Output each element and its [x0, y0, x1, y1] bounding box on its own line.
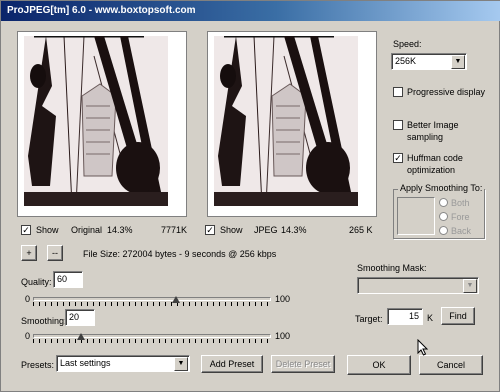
add-preset-button[interactable]: Add Preset	[201, 355, 263, 373]
original-image-frame[interactable]	[17, 31, 187, 217]
speed-value: 256K	[395, 56, 417, 66]
presets-label: Presets:	[21, 360, 55, 370]
both-label: Both	[451, 198, 470, 208]
projpeg-window: ProJPEG[tm] 6.0 - www.boxtopsoft.com ✓ S…	[0, 0, 500, 392]
jpeg-show-label: Show	[220, 225, 243, 235]
huffman-checkbox[interactable]: ✓	[393, 153, 403, 163]
quality-slider-track[interactable]	[33, 297, 271, 301]
smoothing-max: 100	[275, 331, 291, 341]
original-percent: 14.3%	[107, 225, 133, 235]
original-show-label: Show	[36, 225, 59, 235]
better-sampling-checkbox[interactable]	[393, 120, 403, 130]
huffman-label: Huffman code optimization	[407, 153, 463, 175]
jpeg-size: 265 K	[349, 225, 373, 235]
window-title: ProJPEG[tm] 6.0 - www.boxtopsoft.com	[1, 1, 500, 21]
quality-slider-thumb[interactable]	[171, 296, 180, 303]
presets-select[interactable]: Last settings ▼	[56, 355, 190, 372]
jpeg-label: JPEG	[254, 225, 278, 235]
presets-value: Last settings	[60, 358, 111, 368]
better-sampling-label: Better Image sampling	[407, 120, 459, 142]
target-unit: K	[427, 313, 434, 323]
smoothing-mask-select[interactable]: ▼	[357, 277, 479, 294]
fore-label: Fore	[451, 212, 470, 222]
jpeg-percent: 14.3%	[281, 225, 307, 235]
back-radio[interactable]	[439, 226, 448, 235]
back-label: Back	[451, 226, 472, 236]
mouse-cursor-icon	[417, 339, 429, 356]
original-label: Original	[71, 225, 103, 235]
target-label: Target:	[355, 314, 383, 324]
find-button[interactable]: Find	[441, 307, 475, 325]
smoothing-slider-thumb[interactable]	[76, 333, 85, 340]
chevron-down-icon[interactable]: ▼	[174, 357, 188, 371]
smoothing-label: Smoothing:	[21, 316, 67, 326]
original-show-checkbox[interactable]: ✓	[21, 225, 31, 235]
quality-min: 0	[25, 294, 31, 304]
speed-label: Speed:	[393, 39, 422, 49]
target-input[interactable]: 15	[387, 308, 423, 325]
ok-button[interactable]: OK	[347, 355, 411, 375]
smoothing-input[interactable]: 20	[65, 309, 95, 326]
smoothing-slider-ticks	[33, 339, 271, 343]
jpeg-image-frame[interactable]	[207, 31, 377, 217]
smoothing-mask-label: Smoothing Mask:	[357, 263, 427, 273]
smoothing-group-title: Apply Smoothing To:	[398, 183, 485, 193]
delete-preset-button[interactable]: Delete Preset	[271, 355, 335, 373]
quality-label: Quality:	[21, 277, 52, 287]
quality-slider-ticks	[33, 302, 271, 306]
fore-radio[interactable]	[439, 212, 448, 221]
original-image	[24, 36, 168, 206]
cancel-button[interactable]: Cancel	[419, 355, 483, 375]
progressive-label: Progressive display	[407, 87, 486, 97]
speed-select[interactable]: 256K ▼	[391, 53, 467, 70]
file-size-text: File Size: 272004 bytes - 9 seconds @ 25…	[83, 249, 277, 259]
original-size: 7771K	[161, 225, 188, 235]
progressive-checkbox[interactable]	[393, 87, 403, 97]
jpeg-show-checkbox[interactable]: ✓	[205, 225, 215, 235]
both-radio[interactable]	[439, 198, 448, 207]
quality-max: 100	[275, 294, 291, 304]
smoothing-preview	[397, 197, 435, 235]
zoom-out-button[interactable]: --	[47, 245, 63, 261]
chevron-down-icon[interactable]: ▼	[451, 55, 465, 69]
jpeg-image	[214, 36, 358, 206]
quality-input[interactable]: 60	[53, 271, 83, 288]
smoothing-slider-track[interactable]	[33, 334, 271, 338]
smoothing-min: 0	[25, 331, 31, 341]
chevron-down-icon[interactable]: ▼	[463, 279, 477, 293]
zoom-in-button[interactable]: +	[21, 245, 37, 261]
